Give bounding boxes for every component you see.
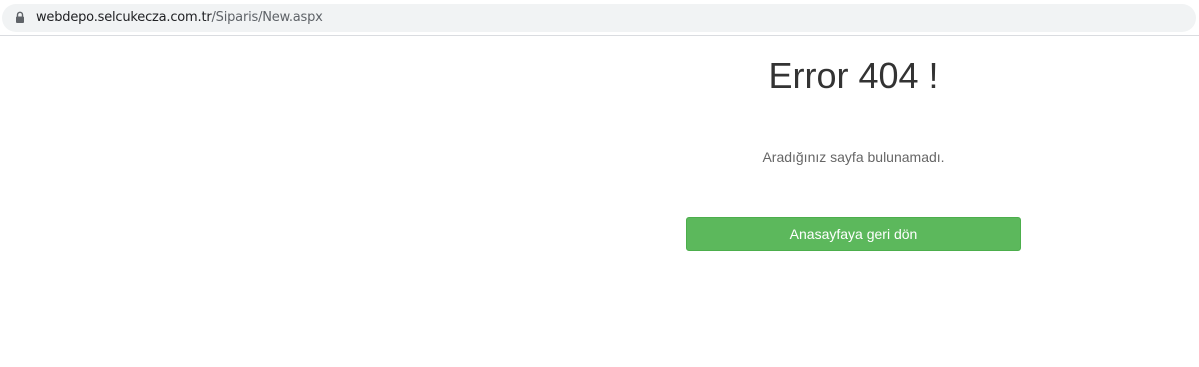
back-to-home-button[interactable]: Anasayfaya geri dön xyxy=(686,217,1021,251)
error-title: Error 404 ! xyxy=(768,55,939,96)
url-text[interactable]: webdepo.selcukecza.com.tr/Siparis/New.as… xyxy=(36,4,323,32)
browser-address-bar: webdepo.selcukecza.com.tr/Siparis/New.as… xyxy=(0,0,1199,36)
url-field[interactable]: webdepo.selcukecza.com.tr/Siparis/New.as… xyxy=(2,4,1196,32)
url-path: /Siparis/New.aspx xyxy=(211,10,323,25)
error-message: Aradığınız sayfa bulunamadı. xyxy=(762,149,945,165)
lock-icon[interactable] xyxy=(15,11,25,24)
url-host: webdepo.selcukecza.com.tr xyxy=(36,10,212,25)
